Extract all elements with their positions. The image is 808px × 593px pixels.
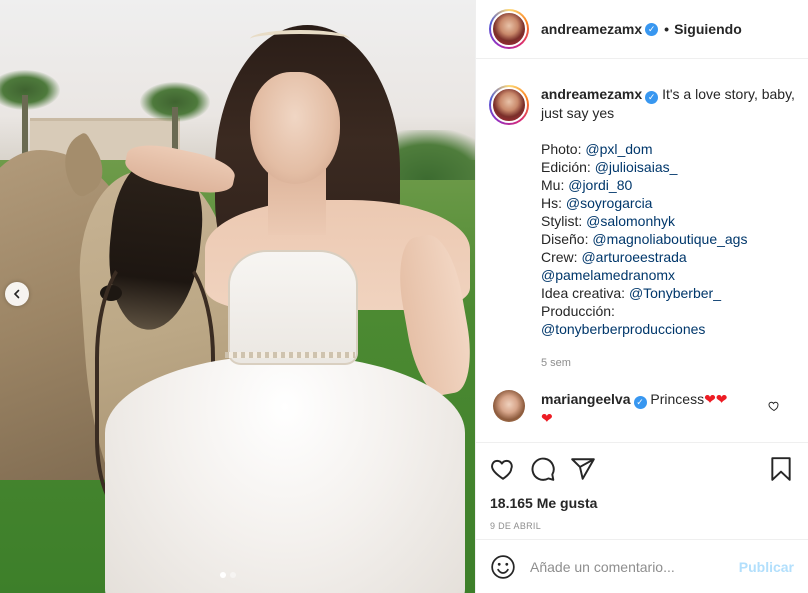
add-comment-input[interactable] (530, 558, 739, 575)
credit-line: Idea creativa: @Tonyberber_ (541, 284, 798, 302)
save-bookmark-icon[interactable] (768, 456, 794, 482)
share-paper-plane-icon[interactable] (570, 456, 596, 482)
post-date[interactable]: 9 DE ABRIL (490, 521, 794, 531)
header-avatar[interactable] (489, 9, 529, 49)
credit-label: Mu: (541, 176, 569, 193)
carousel-prev-button[interactable] (5, 282, 29, 306)
credit-line: Crew: @arturoeestrada (541, 248, 798, 266)
comment-bubble-icon[interactable] (530, 456, 556, 482)
caption-avatar[interactable] (489, 85, 529, 125)
credit-label: Producción: (541, 302, 615, 319)
credit-line: Hs: @soyrogarcia (541, 194, 798, 212)
post-actions: 18.165 Me gusta 9 DE ABRIL (476, 442, 808, 531)
following-button[interactable]: Siguiendo (674, 21, 742, 37)
mention-link[interactable]: @pxl_dom (585, 141, 652, 157)
mention-link[interactable]: @arturoeestrada (581, 249, 686, 265)
commenter-username[interactable]: mariangeelva (541, 391, 631, 407)
mention-link[interactable]: @salomonhyk (586, 213, 675, 229)
image-dress-belt (225, 352, 355, 358)
mention-link[interactable]: @julioisaias_ (595, 159, 678, 175)
likes-count[interactable]: 18.165 Me gusta (490, 495, 794, 511)
credit-line: Mu: @jordi_80 (541, 176, 798, 194)
image-palm-tree (0, 70, 60, 165)
publish-button[interactable]: Publicar (739, 559, 794, 575)
mention-link[interactable]: @magnoliaboutique_ags (592, 231, 747, 247)
comment-emoji: ❤❤ (704, 391, 728, 407)
caption-time[interactable]: 5 sem (541, 354, 798, 372)
credit-line: Edición: @julioisaias_ (541, 158, 798, 176)
credit-label: Crew: (541, 248, 582, 265)
credit-label: Idea creativa: (541, 284, 629, 301)
comment-text: Princess (650, 391, 705, 407)
image-tiara (250, 30, 350, 48)
post-sidebar: andreamezamx ✓ • Siguiendo andreamezamx ✓… (475, 0, 808, 593)
credit-label: Photo: (541, 140, 586, 157)
image-dress-bodice (228, 250, 358, 365)
credit-label: Diseño: (541, 230, 593, 247)
credit-label: Stylist: (541, 212, 587, 229)
carousel-dot (230, 572, 236, 578)
mention-link[interactable]: @Tonyberber_ (629, 285, 721, 301)
add-comment-bar: Publicar (476, 539, 808, 593)
commenter-avatar[interactable] (493, 390, 525, 422)
credit-line: Stylist: @salomonhyk (541, 212, 798, 230)
caption-credits: Photo: @pxl_dom Edición: @julioisaias_ M… (541, 140, 798, 338)
credit-label: Hs: (541, 194, 566, 211)
post-header: andreamezamx ✓ • Siguiendo (476, 0, 808, 59)
image-face (250, 72, 340, 184)
verified-badge-icon: ✓ (633, 395, 647, 409)
credit-line: Diseño: @magnoliaboutique_ags (541, 230, 798, 248)
comment-like-icon[interactable] (768, 400, 780, 412)
comment-item: mariangeelva ✓ Princess❤❤ ❤ (489, 390, 798, 427)
credit-line: @pamelamedranomx (541, 266, 798, 284)
chevron-left-icon (13, 289, 20, 299)
mention-link[interactable]: @tonyberberproducciones (541, 321, 705, 337)
emoji-smiley-icon[interactable] (490, 554, 516, 580)
mention-link[interactable]: @soyrogarcia (566, 195, 653, 211)
verified-badge-icon: ✓ (645, 22, 659, 36)
credit-line: Producción: (541, 302, 798, 320)
credit-line: Photo: @pxl_dom (541, 140, 798, 158)
credit-line: @tonyberberproducciones (541, 320, 798, 338)
caption-section: andreamezamx ✓ It's a love story, baby, j… (489, 85, 798, 372)
like-heart-icon[interactable] (490, 456, 516, 482)
carousel-dot (220, 572, 226, 578)
comment-emoji: ❤ (541, 409, 553, 426)
header-separator: • (664, 21, 670, 37)
carousel-dots (220, 572, 236, 578)
post-image[interactable] (0, 0, 475, 593)
image-dress-skirt (105, 355, 465, 593)
caption-username[interactable]: andreamezamx (541, 86, 642, 102)
mention-link[interactable]: @pamelamedranomx (541, 267, 675, 283)
verified-badge-icon: ✓ (645, 90, 659, 104)
header-username[interactable]: andreamezamx (541, 21, 642, 37)
mention-link[interactable]: @jordi_80 (568, 177, 632, 193)
credit-label: Edición: (541, 158, 595, 175)
